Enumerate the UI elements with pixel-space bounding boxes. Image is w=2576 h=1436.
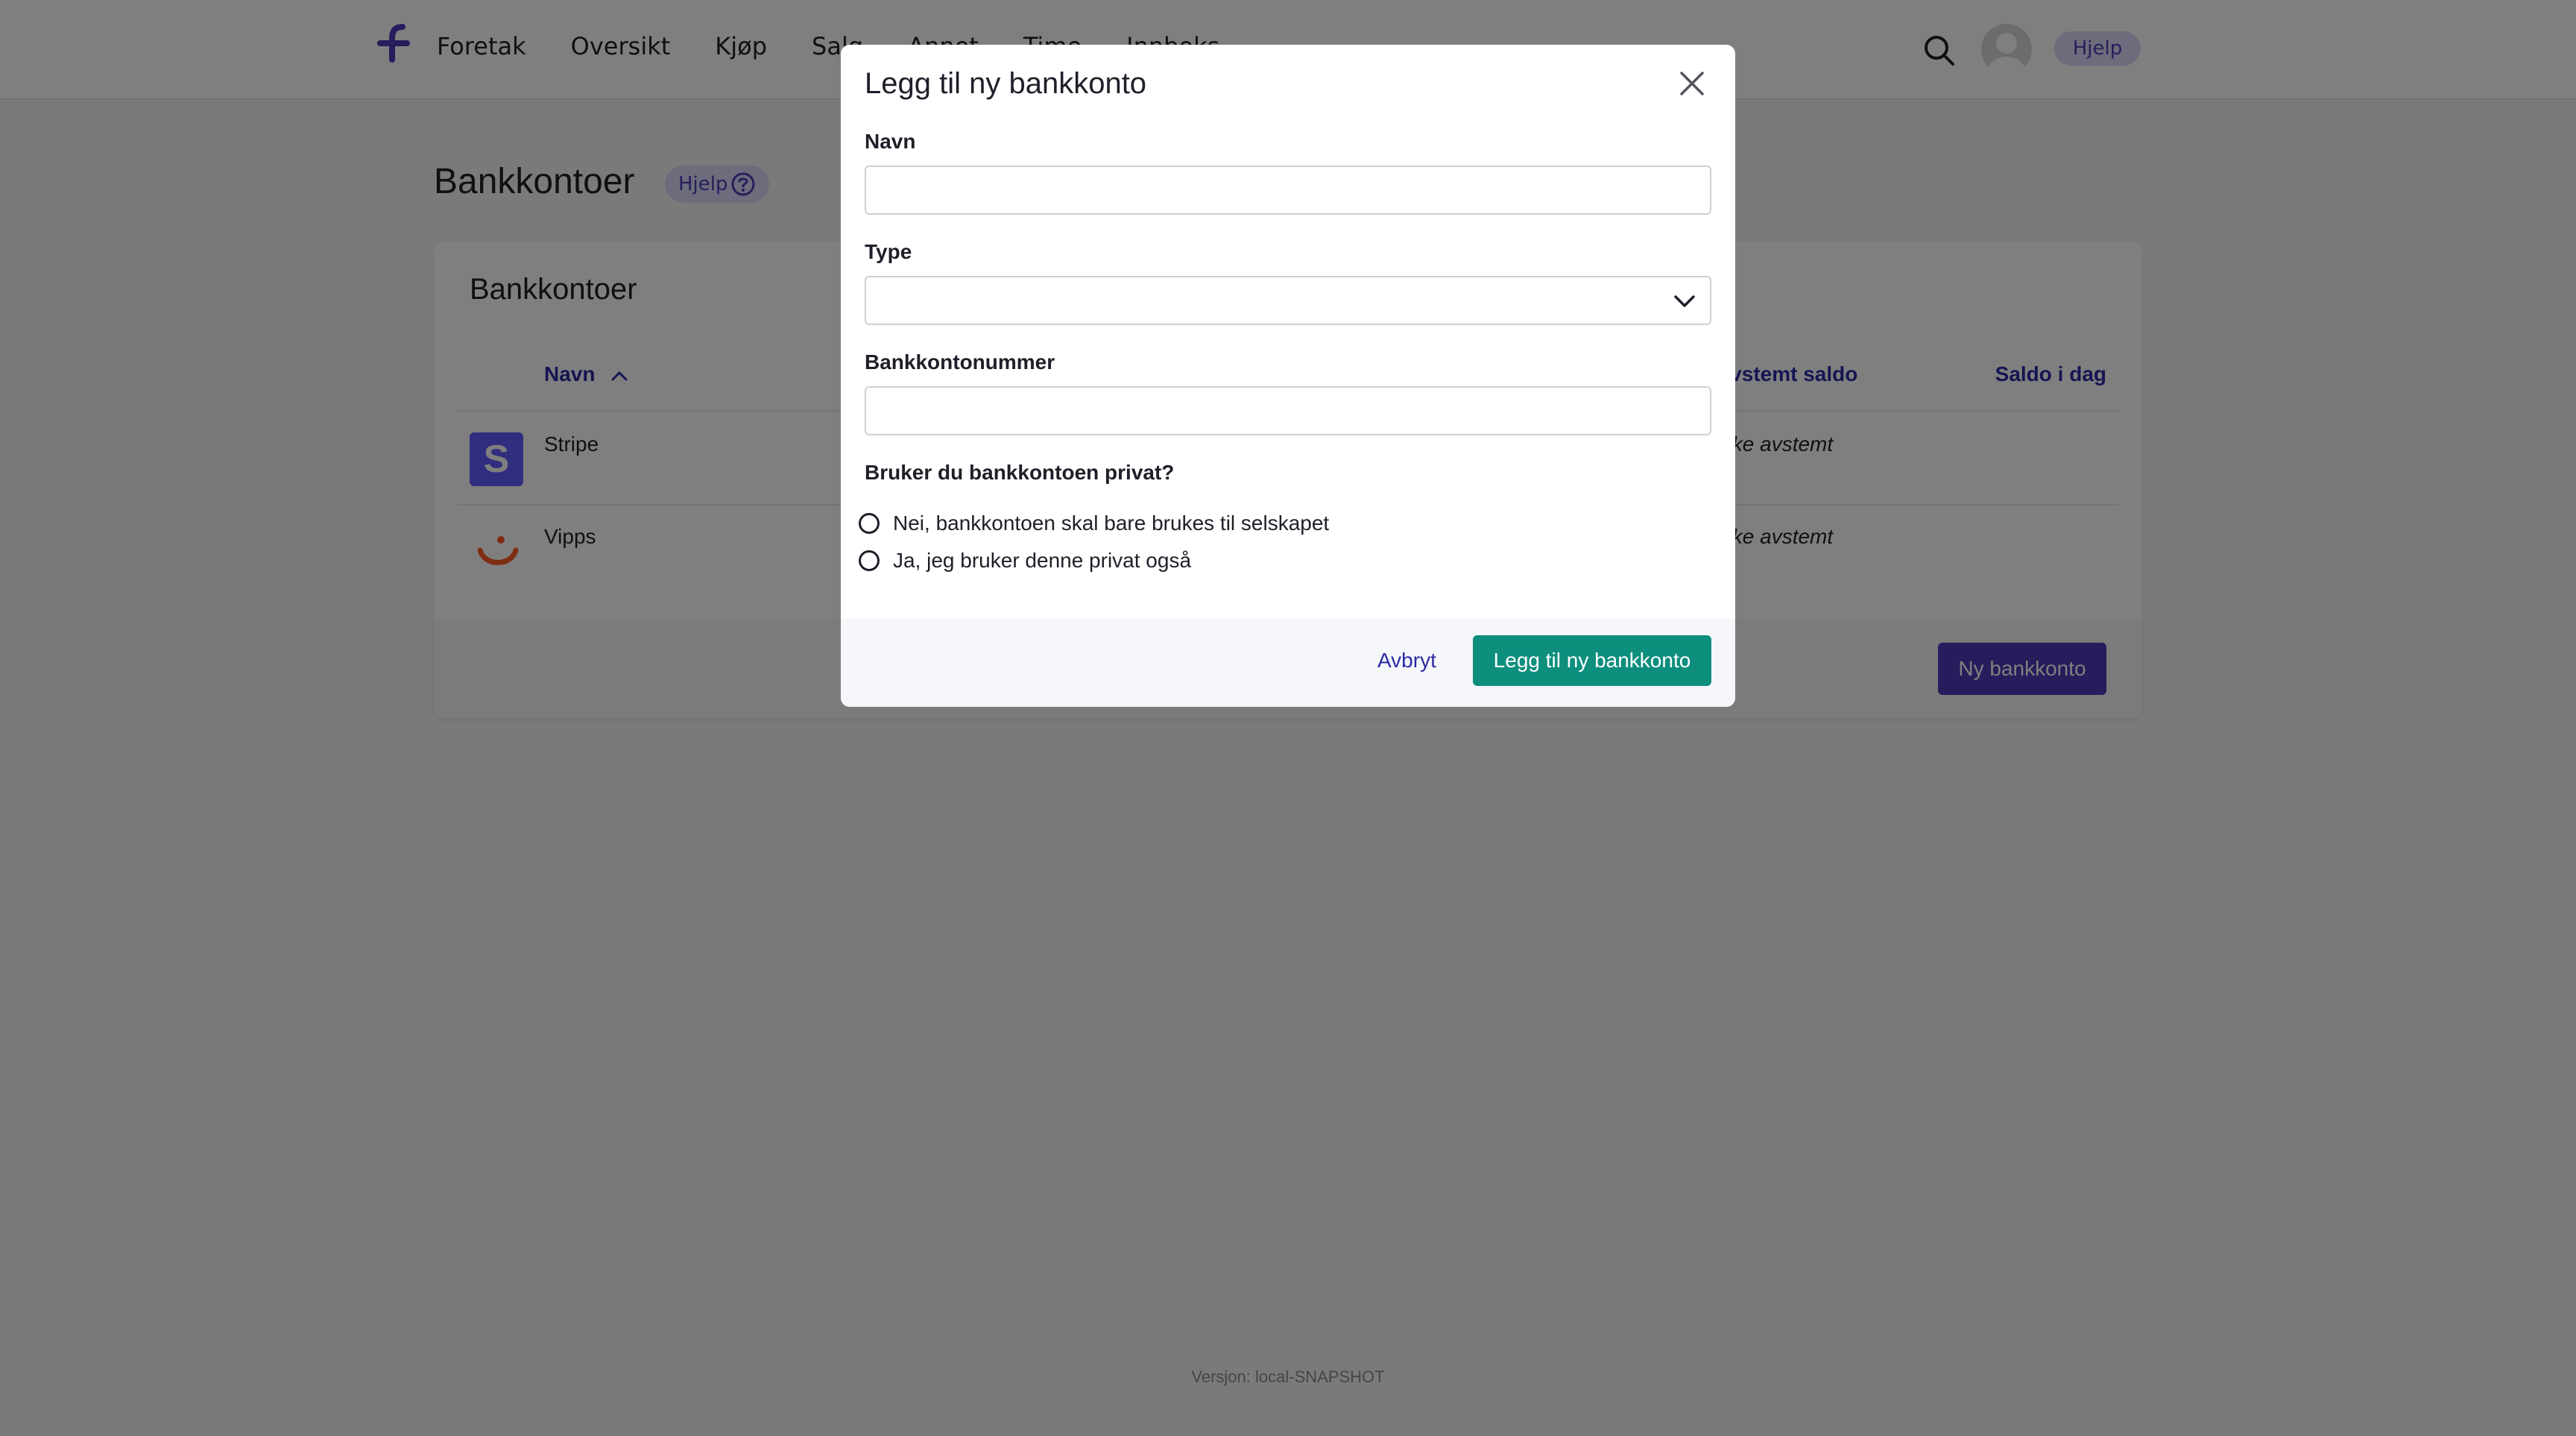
option-private-too[interactable]: Ja, jeg bruker denne privat også: [859, 549, 1191, 573]
dialog-title: Legg til ny bankkonto: [865, 67, 1147, 100]
add-bank-account-dialog: Legg til ny bankkonto Navn Type Bankkont…: [841, 45, 1735, 707]
chevron-down-icon: [1674, 295, 1695, 307]
close-icon[interactable]: [1677, 69, 1707, 98]
type-field-label: Type: [865, 240, 912, 263]
type-select[interactable]: [865, 276, 1711, 325]
private-use-question: Bruker du bankkontoen privat?: [865, 461, 1175, 484]
radio-button[interactable]: [859, 550, 880, 571]
name-field-label: Navn: [865, 130, 916, 153]
add-bank-account-submit-button[interactable]: Legg til ny bankkonto: [1473, 635, 1711, 686]
account-number-input[interactable]: [865, 386, 1711, 435]
option-company-only-label: Nei, bankkontoen skal bare brukes til se…: [893, 511, 1330, 535]
option-company-only[interactable]: Nei, bankkontoen skal bare brukes til se…: [859, 511, 1329, 535]
name-input[interactable]: [865, 166, 1711, 215]
option-private-too-label: Ja, jeg bruker denne privat også: [893, 549, 1192, 572]
account-number-field-label: Bankkontonummer: [865, 350, 1055, 374]
dialog-footer: Avbryt Legg til ny bankkonto: [841, 619, 1735, 707]
radio-button[interactable]: [859, 513, 880, 534]
cancel-button[interactable]: Avbryt: [1363, 635, 1451, 686]
